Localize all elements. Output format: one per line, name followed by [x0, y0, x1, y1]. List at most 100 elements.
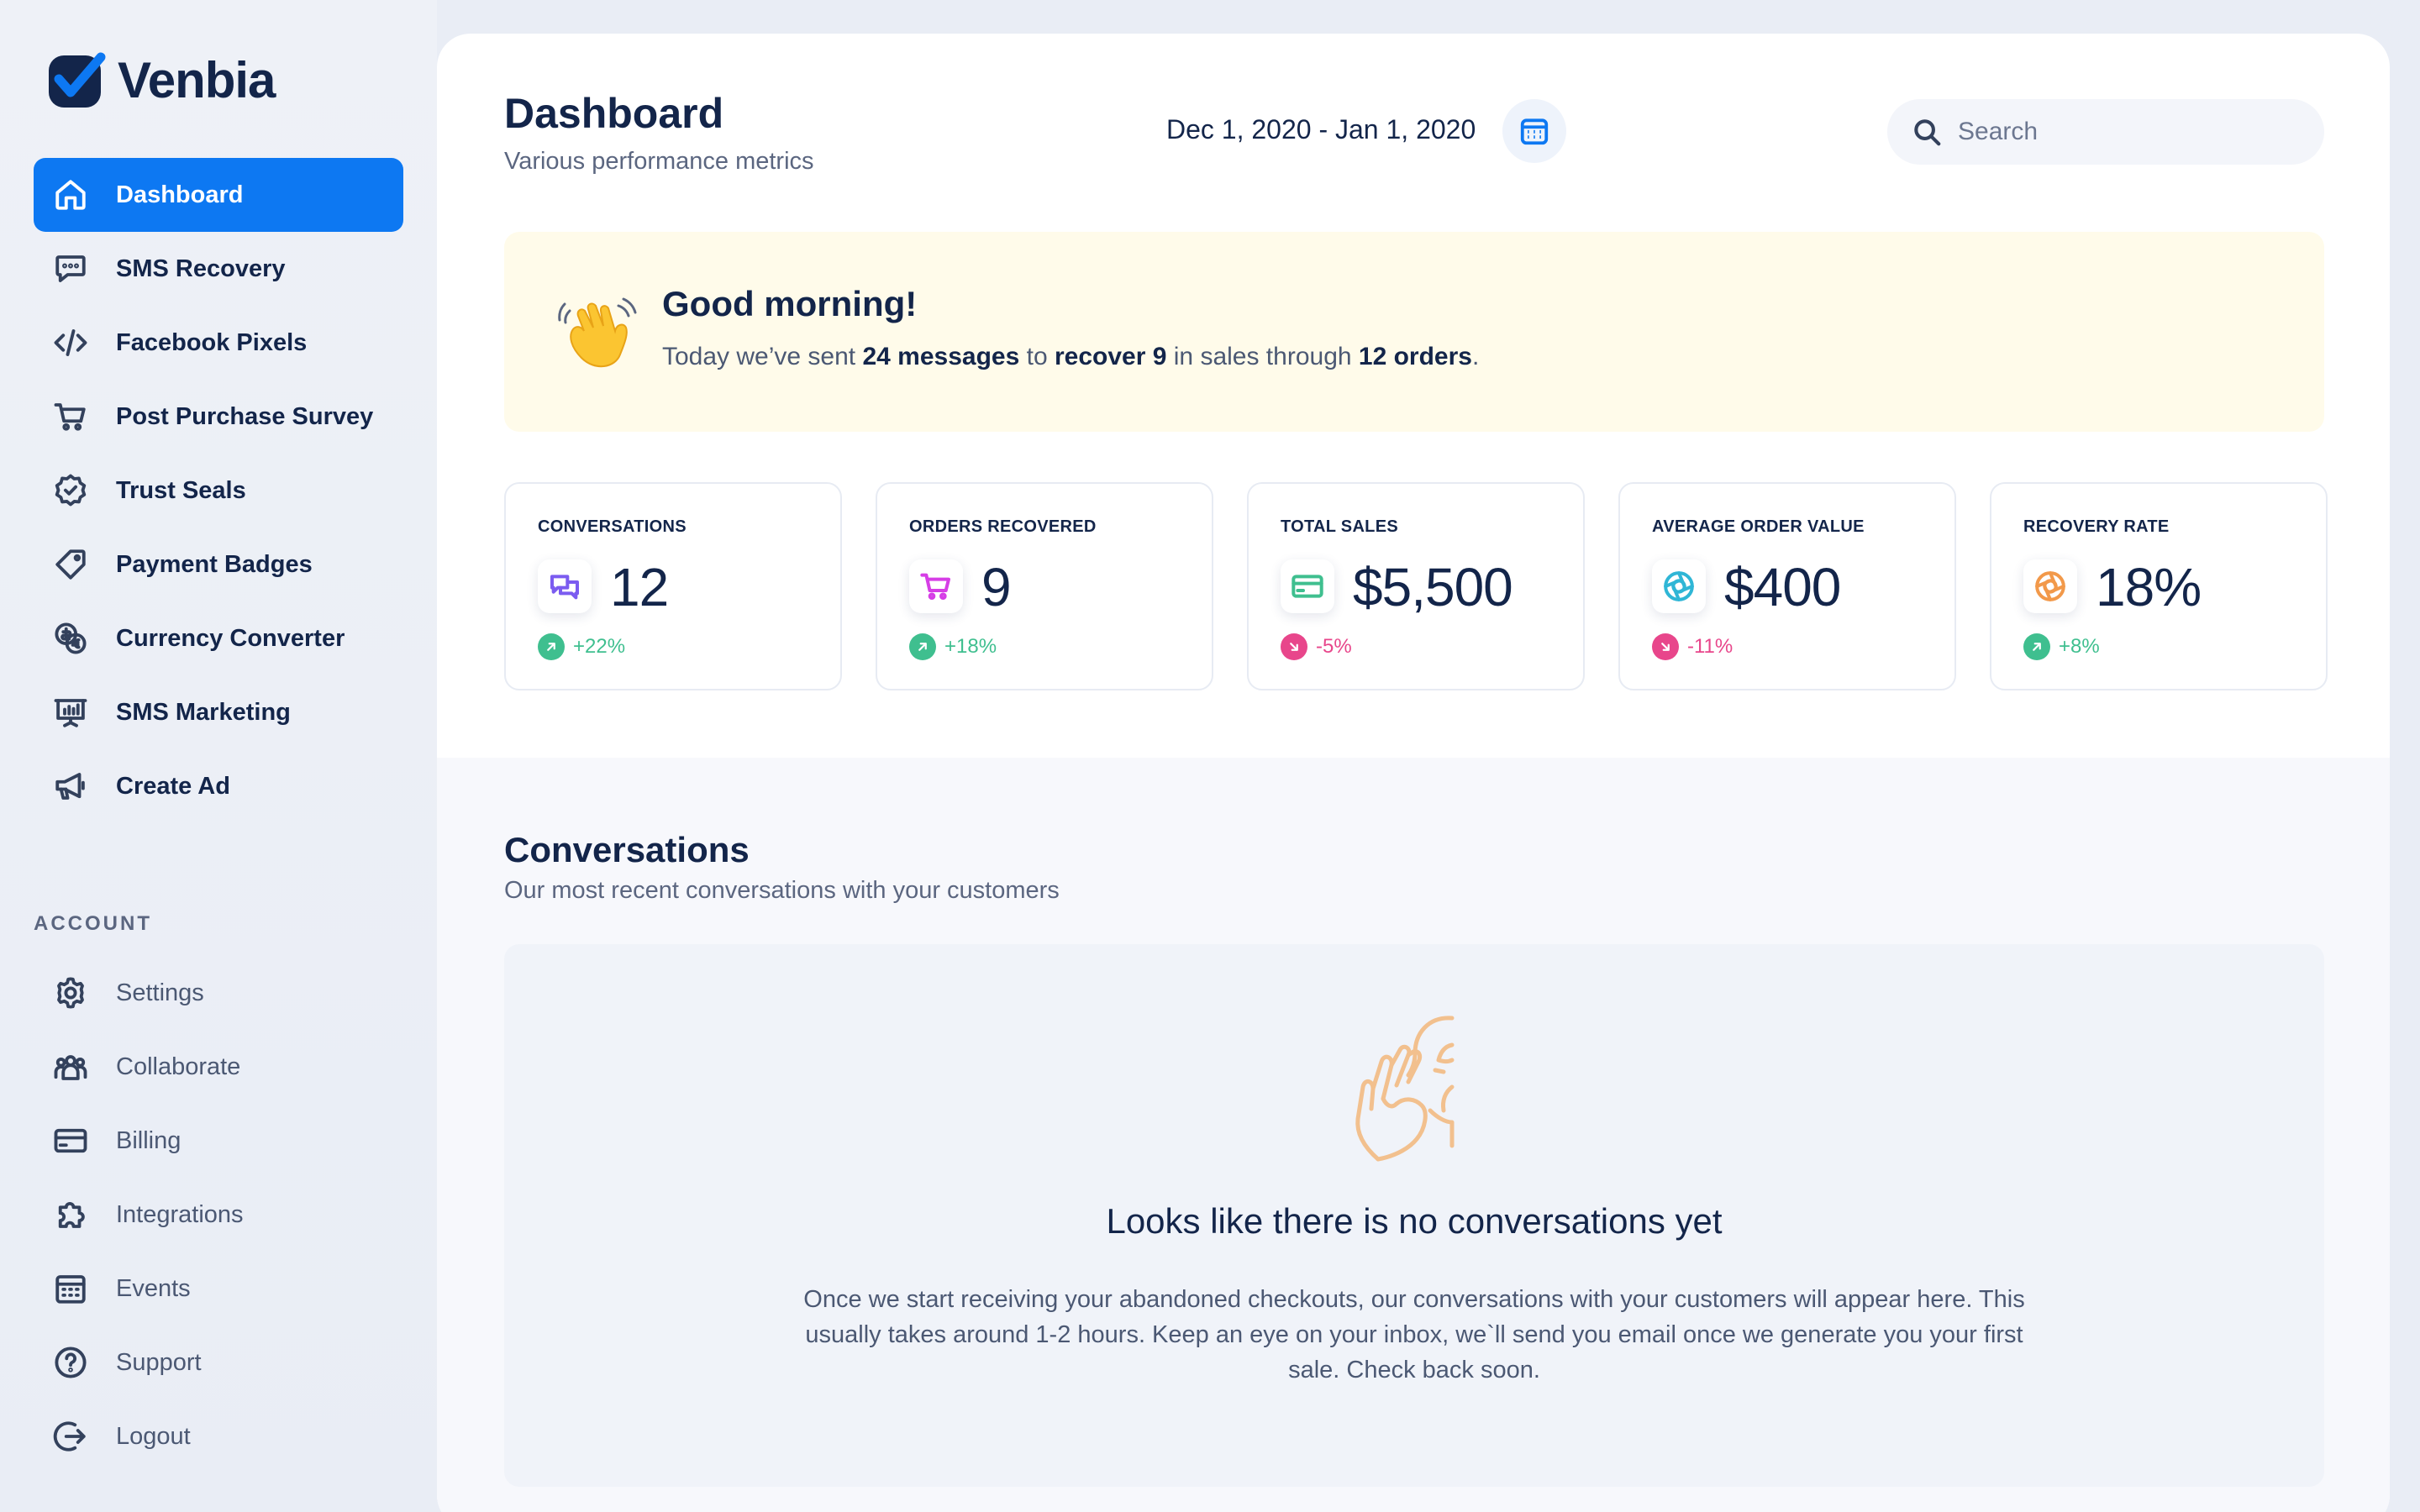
sidebar-item-sms-marketing[interactable]: SMS Marketing	[34, 675, 403, 749]
sidebar-item-label: Post Purchase Survey	[116, 402, 374, 430]
puzzle-icon	[52, 1196, 89, 1233]
greeting-banner: Good morning! Today we’ve sent 24 messag…	[504, 232, 2324, 432]
date-picker-button[interactable]	[1502, 99, 1566, 163]
arrow-up-right-icon	[909, 633, 936, 660]
sidebar-item-label: Logout	[116, 1422, 191, 1450]
sidebar-item-create-ad[interactable]: Create Ad	[34, 749, 403, 823]
stats-row: CONVERSATIONS 12 +22% ORDERS RECOVERED 9…	[504, 482, 2328, 690]
sidebar-item-label: Facebook Pixels	[116, 328, 308, 356]
home-icon	[52, 176, 89, 213]
stat-value: 9	[981, 557, 1012, 617]
sidebar-item-payment-badges[interactable]: Payment Badges	[34, 528, 403, 601]
sidebar-item-label: Settings	[116, 979, 204, 1006]
currency-icon	[52, 620, 89, 657]
stat-label: ORDERS RECOVERED	[909, 517, 1097, 536]
greeting-message: Today we’ve sent 24 messages to recover …	[662, 343, 1480, 370]
stat-label: TOTAL SALES	[1281, 517, 1398, 536]
stat-change: -11%	[1652, 633, 1733, 660]
main-panel: Dashboard Various performance metrics De…	[437, 34, 2390, 1512]
account-section-label: ACCOUNT	[34, 912, 152, 935]
stat-label: AVERAGE ORDER VALUE	[1652, 517, 1865, 536]
badge-check-icon	[52, 472, 89, 509]
main-nav: Dashboard SMS Recovery Facebook Pixels P…	[34, 158, 403, 823]
sidebar-item-label: Dashboard	[116, 181, 244, 208]
sidebar-item-logout[interactable]: Logout	[34, 1399, 403, 1473]
stat-change: +18%	[909, 633, 997, 660]
stat-value: 12	[610, 557, 669, 617]
empty-state-description: Once we start receiving your abandoned c…	[803, 1286, 2025, 1383]
stat-change: +22%	[538, 633, 625, 660]
calendar-icon	[1520, 118, 1549, 145]
stat-label: CONVERSATIONS	[538, 517, 687, 536]
sidebar-item-label: Trust Seals	[116, 476, 246, 504]
gear-icon	[52, 974, 89, 1011]
search-icon	[1914, 119, 1941, 146]
sidebar-item-billing[interactable]: Billing	[34, 1104, 403, 1178]
stat-card-recovery-rate[interactable]: RECOVERY RATE 18% +8%	[1990, 482, 2328, 690]
sidebar: Venbia Dashboard SMS Recovery Facebook P…	[0, 0, 437, 1512]
stat-value: $5,500	[1353, 557, 1513, 617]
arrow-up-right-icon	[2023, 633, 2050, 660]
sidebar-item-integrations[interactable]: Integrations	[34, 1178, 403, 1252]
sidebar-item-label: Payment Badges	[116, 550, 313, 578]
stat-label: RECOVERY RATE	[2023, 517, 2170, 536]
stat-change: -5%	[1281, 633, 1352, 660]
chat-icon	[52, 250, 89, 287]
tag-icon	[52, 546, 89, 583]
sidebar-item-facebook-pixels[interactable]: Facebook Pixels	[34, 306, 403, 380]
empty-state-title: Looks like there is no conversations yet	[1106, 1201, 1723, 1241]
logo-icon	[49, 52, 106, 108]
arrow-up-right-icon	[538, 633, 565, 660]
stat-change: +8%	[2023, 633, 2100, 660]
credit-card-icon	[1281, 559, 1334, 613]
stat-card-conversations[interactable]: CONVERSATIONS 12 +22%	[504, 482, 842, 690]
sidebar-item-label: Create Ad	[116, 772, 230, 800]
stat-card-average-order-value[interactable]: AVERAGE ORDER VALUE $400 -11%	[1618, 482, 1956, 690]
calendar-icon	[52, 1270, 89, 1307]
search-input[interactable]	[1958, 118, 2311, 146]
sidebar-item-currency-converter[interactable]: Currency Converter	[34, 601, 403, 675]
help-icon	[52, 1344, 89, 1381]
page-subtitle: Various performance metrics	[504, 148, 814, 175]
sidebar-item-label: Support	[116, 1348, 202, 1376]
brand-logo[interactable]: Venbia	[47, 50, 276, 109]
waving-hand-icon	[558, 297, 637, 368]
stat-card-orders-recovered[interactable]: ORDERS RECOVERED 9 +18%	[876, 482, 1213, 690]
covering-face-illustration-icon	[1355, 1016, 1455, 1162]
conversations-subtitle: Our most recent conversations with your …	[504, 877, 1060, 904]
megaphone-icon	[52, 768, 89, 805]
code-icon	[52, 324, 89, 361]
cart-icon	[909, 559, 963, 613]
aperture-icon	[2023, 559, 2077, 613]
sidebar-item-label: SMS Marketing	[116, 698, 291, 726]
sidebar-item-events[interactable]: Events	[34, 1252, 403, 1326]
sidebar-item-collaborate[interactable]: Collaborate	[34, 1030, 403, 1104]
account-nav: Settings Collaborate Billing Integration…	[34, 956, 403, 1473]
users-icon	[52, 1048, 89, 1085]
sidebar-item-trust-seals[interactable]: Trust Seals	[34, 454, 403, 528]
cart-icon	[52, 398, 89, 435]
sidebar-item-post-purchase-survey[interactable]: Post Purchase Survey	[34, 380, 403, 454]
conversations-title: Conversations	[504, 830, 750, 869]
sidebar-item-label: Billing	[116, 1126, 182, 1154]
logout-icon	[52, 1418, 89, 1455]
aperture-icon	[1652, 559, 1706, 613]
chat-bubbles-icon	[538, 559, 592, 613]
stat-value: $400	[1724, 557, 1841, 617]
sidebar-item-sms-recovery[interactable]: SMS Recovery	[34, 232, 403, 306]
date-range-label[interactable]: Dec 1, 2020 - Jan 1, 2020	[1166, 114, 1476, 145]
sidebar-item-label: SMS Recovery	[116, 255, 286, 282]
sidebar-item-label: Events	[116, 1274, 191, 1302]
brand-name: Venbia	[118, 51, 276, 108]
sidebar-item-label: Integrations	[116, 1200, 244, 1228]
sidebar-item-support[interactable]: Support	[34, 1326, 403, 1399]
stat-value: 18%	[2096, 557, 2202, 617]
search-bar[interactable]	[1887, 99, 2324, 165]
arrow-down-right-icon	[1281, 633, 1307, 660]
presentation-icon	[52, 694, 89, 731]
arrow-down-right-icon	[1652, 633, 1679, 660]
stat-card-total-sales[interactable]: TOTAL SALES $5,500 -5%	[1247, 482, 1585, 690]
sidebar-item-settings[interactable]: Settings	[34, 956, 403, 1030]
credit-card-icon	[52, 1122, 89, 1159]
sidebar-item-dashboard[interactable]: Dashboard	[34, 158, 403, 232]
